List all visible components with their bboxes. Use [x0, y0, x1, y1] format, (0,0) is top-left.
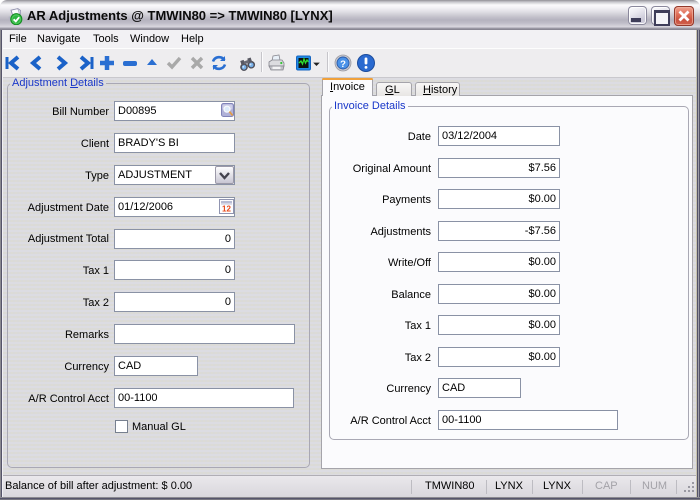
svg-text:12: 12 — [222, 205, 231, 214]
svg-text:?: ? — [340, 59, 346, 70]
